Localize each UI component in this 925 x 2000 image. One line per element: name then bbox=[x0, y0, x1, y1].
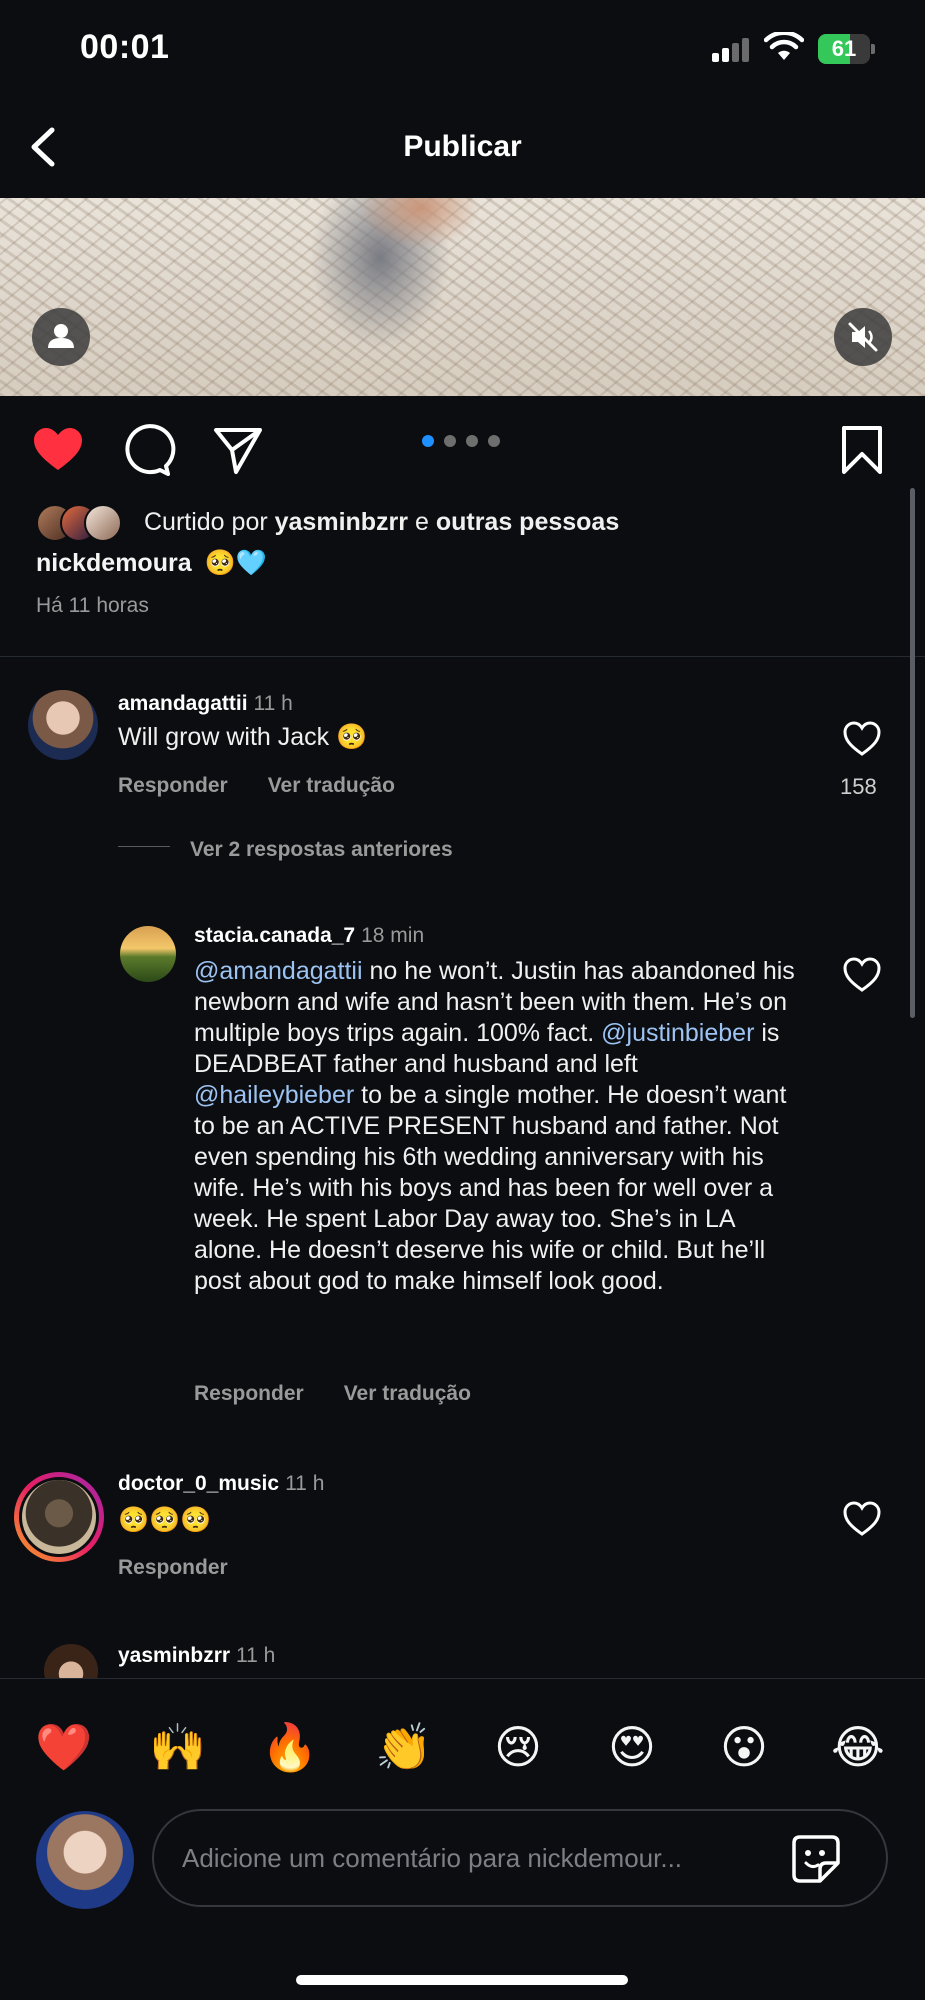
tagged-users-button[interactable] bbox=[32, 308, 90, 366]
mute-icon bbox=[848, 322, 878, 352]
mention-link[interactable]: @amandagattii bbox=[194, 957, 363, 985]
comment-actions: Responder Ver tradução bbox=[194, 1382, 511, 1406]
carousel-indicator bbox=[422, 434, 510, 448]
sticker-icon[interactable] bbox=[790, 1833, 842, 1885]
liker-avatars[interactable] bbox=[36, 504, 136, 544]
wifi-icon bbox=[764, 32, 804, 60]
avatar[interactable] bbox=[44, 1644, 98, 1678]
post-time: Há 11 horas bbox=[36, 594, 149, 617]
comment-item: yasminbzrr 11 h bbox=[0, 1640, 925, 1678]
signal-icon bbox=[712, 38, 752, 62]
mention-link[interactable]: @haileybieber bbox=[194, 1081, 354, 1109]
emoji-button[interactable]: 😮 bbox=[714, 1717, 774, 1777]
reply-button[interactable]: Responder bbox=[118, 774, 228, 797]
emoji-button[interactable]: 😍 bbox=[602, 1717, 662, 1777]
battery-level: 61 bbox=[831, 36, 857, 61]
comment-actions: Responder bbox=[118, 1556, 268, 1580]
comment-text-part: to be a single mother. He doesn’t want t… bbox=[194, 1081, 787, 1295]
liked-by-joiner: e bbox=[414, 508, 429, 536]
comment-header: yasminbzrr 11 h bbox=[118, 1644, 275, 1668]
reply-button[interactable]: Responder bbox=[118, 1556, 228, 1579]
avatar bbox=[84, 504, 122, 542]
heart-icon[interactable] bbox=[30, 422, 86, 478]
liked-by-prefix: Curtido por bbox=[144, 508, 268, 536]
view-previous-replies[interactable]: Ver 2 respostas anteriores bbox=[190, 838, 453, 862]
like-count: 158 bbox=[840, 774, 877, 799]
status-bar: 00:01 61 bbox=[0, 0, 925, 100]
comment-composer-panel: ❤️ 🙌 🔥 👏 😢 😍 😮 😂 bbox=[0, 1678, 925, 2000]
caption-user[interactable]: nickdemoura bbox=[36, 549, 192, 577]
translate-button[interactable]: Ver tradução bbox=[344, 1382, 471, 1405]
status-time: 00:01 bbox=[80, 28, 170, 66]
emoji-quick-bar: ❤️ 🙌 🔥 👏 😢 😍 😮 😂 bbox=[0, 1717, 925, 1777]
comment-text: 🥺🥺🥺 bbox=[118, 1505, 212, 1534]
caption-text: 🥺🩵 bbox=[204, 548, 267, 577]
mention-link[interactable]: @justinbieber bbox=[601, 1019, 754, 1047]
avatar[interactable] bbox=[120, 926, 176, 982]
page-title: Publicar bbox=[403, 130, 522, 163]
share-icon[interactable] bbox=[210, 422, 266, 478]
home-indicator bbox=[296, 1975, 628, 1985]
liked-by-text[interactable]: Curtido por yasminbzrr e outras pessoas bbox=[144, 508, 619, 537]
battery-icon: 61 bbox=[818, 34, 875, 64]
liked-by-user[interactable]: yasminbzrr bbox=[275, 508, 408, 536]
carousel-dot-1 bbox=[422, 435, 434, 447]
comment-header: doctor_0_music 11 h bbox=[118, 1472, 324, 1496]
comment-user[interactable]: doctor_0_music bbox=[118, 1472, 279, 1495]
header: Publicar bbox=[0, 100, 925, 198]
comment-time: 18 min bbox=[361, 924, 425, 947]
post-actions bbox=[0, 396, 925, 502]
carousel-dot-4 bbox=[488, 435, 500, 447]
comment-icon[interactable] bbox=[120, 422, 176, 478]
comment-user[interactable]: stacia.canada_7 bbox=[194, 924, 355, 947]
comment-text: @amandagattii no he won’t. Justin has ab… bbox=[194, 956, 804, 1297]
avatar[interactable] bbox=[14, 1472, 104, 1562]
translate-button[interactable]: Ver tradução bbox=[268, 774, 395, 797]
scrollbar[interactable] bbox=[910, 488, 915, 1018]
divider bbox=[0, 656, 925, 657]
emoji-button[interactable]: ❤️ bbox=[34, 1717, 94, 1777]
heart-icon[interactable] bbox=[842, 1500, 882, 1538]
comment-text: Will grow with Jack 🥺 bbox=[118, 723, 368, 751]
comment-time: 11 h bbox=[253, 692, 293, 715]
emoji-button[interactable]: 😂 bbox=[828, 1717, 888, 1777]
comment-actions: Responder Ver tradução bbox=[118, 774, 435, 798]
carousel-dot-3 bbox=[466, 435, 478, 447]
heart-icon[interactable] bbox=[842, 956, 882, 994]
post-image[interactable] bbox=[0, 198, 925, 396]
comment-time: 11 h bbox=[236, 1644, 276, 1667]
comment-user[interactable]: yasminbzrr bbox=[118, 1644, 230, 1667]
avatar bbox=[36, 1811, 134, 1909]
mute-button[interactable] bbox=[834, 308, 892, 366]
bookmark-icon[interactable] bbox=[834, 422, 890, 478]
emoji-button[interactable]: 🙌 bbox=[148, 1717, 208, 1777]
user-icon bbox=[48, 324, 74, 348]
reply-button[interactable]: Responder bbox=[194, 1382, 304, 1405]
heart-icon[interactable] bbox=[842, 720, 882, 758]
comment-header: amandagattii 11 h bbox=[118, 692, 293, 716]
view-replies-line bbox=[118, 846, 170, 847]
comment-item: doctor_0_music 11 h 🥺🥺🥺 Responder bbox=[0, 1470, 925, 1590]
comment-user[interactable]: amandagattii bbox=[118, 692, 248, 715]
liked-by-others[interactable]: outras pessoas bbox=[436, 508, 619, 536]
comment-input[interactable] bbox=[182, 1811, 772, 1905]
emoji-button[interactable]: 👏 bbox=[374, 1717, 434, 1777]
avatar[interactable] bbox=[28, 690, 98, 760]
comment-box bbox=[152, 1809, 888, 1907]
emoji-button[interactable]: 😢 bbox=[488, 1717, 548, 1777]
comment-header: stacia.canada_7 18 min bbox=[194, 924, 424, 948]
comment-item: amandagattii 11 h Will grow with Jack 🥺 R… bbox=[0, 690, 925, 810]
comment-time: 11 h bbox=[285, 1472, 325, 1495]
comment-item: stacia.canada_7 18 min @amandagattii no h… bbox=[0, 922, 925, 1412]
caption: nickdemoura 🥺🩵 bbox=[36, 548, 267, 578]
carousel-dot-2 bbox=[444, 435, 456, 447]
emoji-button[interactable]: 🔥 bbox=[260, 1717, 320, 1777]
